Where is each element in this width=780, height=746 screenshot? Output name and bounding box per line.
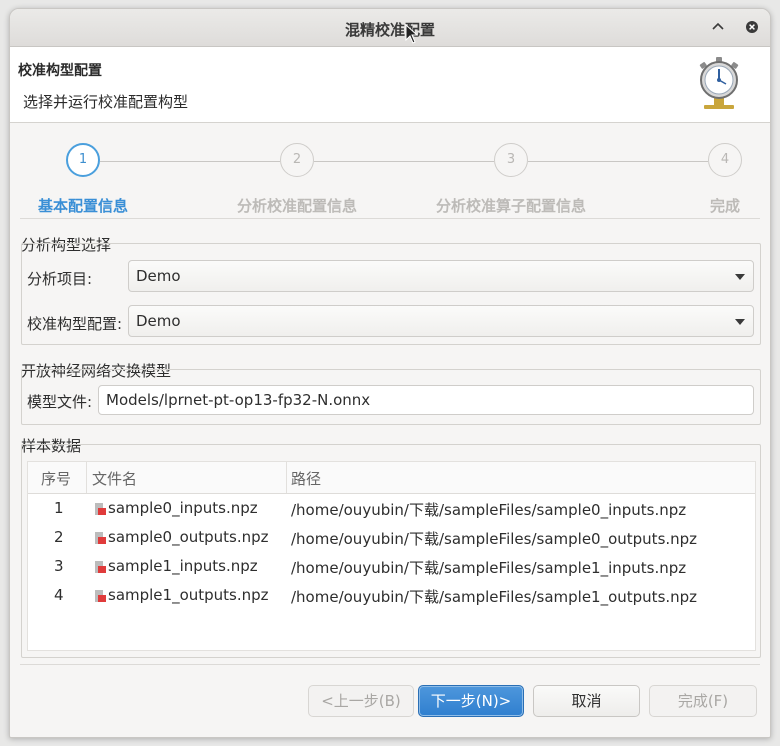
minimize-button[interactable] — [707, 16, 729, 38]
step-4-label: 完成 — [710, 197, 741, 215]
next-button[interactable]: 下一步(N)> — [418, 685, 524, 717]
step-1-circle: 1 — [66, 143, 100, 177]
back-button[interactable]: <上一步(B) — [308, 685, 414, 717]
step-3-circle: 3 — [494, 143, 528, 177]
row-filename: sample1_inputs.npz — [108, 557, 258, 575]
config-select-value: Demo — [136, 312, 181, 330]
close-button[interactable] — [741, 16, 763, 38]
table-header: 序号 文件名 路径 — [28, 462, 755, 494]
step-connector — [314, 161, 494, 162]
chevron-down-icon — [735, 274, 745, 280]
wizard-header: 校准构型配置 选择并运行校准配置构型 — [10, 47, 770, 123]
project-select-value: Demo — [136, 267, 181, 285]
samples-table[interactable]: 序号 文件名 路径 1 sample0_inputs.npz /home/ouy… — [27, 461, 756, 651]
row-path: /home/ouyubin/下载/sampleFiles/sample1_inp… — [291, 559, 687, 577]
file-icon — [95, 503, 106, 515]
chevron-up-icon — [712, 22, 724, 30]
row-filename: sample1_outputs.npz — [108, 586, 269, 604]
config-label: 校准构型配置: — [27, 315, 123, 333]
row-path: /home/ouyubin/下载/sampleFiles/sample0_out… — [291, 530, 698, 548]
column-header-index[interactable]: 序号 — [41, 468, 71, 489]
column-divider — [86, 462, 87, 493]
row-path: /home/ouyubin/下载/sampleFiles/sample0_inp… — [291, 501, 687, 519]
column-header-filename[interactable]: 文件名 — [92, 468, 137, 489]
file-icon — [95, 532, 106, 544]
stopwatch-icon — [699, 57, 739, 109]
cancel-button[interactable]: 取消 — [533, 685, 640, 717]
row-path: /home/ouyubin/下载/sampleFiles/sample1_out… — [291, 588, 698, 606]
page-subtitle: 选择并运行校准配置构型 — [23, 93, 189, 111]
file-icon — [95, 590, 106, 602]
step-connector — [528, 161, 708, 162]
step-3-label: 分析校准算子配置信息 — [436, 197, 587, 215]
wizard-steps: 1 2 3 4 基本配置信息 分析校准配置信息 分析校准算子配置信息 完成 — [10, 123, 770, 223]
title-bar: 混精校准配置 — [10, 9, 770, 47]
row-index: 3 — [54, 557, 64, 575]
step-2-circle: 2 — [280, 143, 314, 177]
mouse-cursor-icon — [405, 24, 419, 44]
row-index: 2 — [54, 528, 64, 546]
model-file-label: 模型文件: — [27, 393, 93, 411]
chevron-down-icon — [735, 319, 745, 325]
model-file-input[interactable]: Models/lprnet-pt-op13-fp32-N.onnx — [98, 385, 754, 415]
table-row[interactable]: 4 sample1_outputs.npz /home/ouyubin/下载/s… — [28, 582, 755, 611]
column-header-path[interactable]: 路径 — [291, 468, 321, 489]
close-icon — [746, 21, 758, 33]
step-2-label: 分析校准配置信息 — [237, 197, 358, 215]
row-filename: sample0_inputs.npz — [108, 499, 258, 517]
column-divider — [286, 462, 287, 493]
page-title: 校准构型配置 — [18, 63, 102, 79]
divider — [20, 664, 760, 665]
wizard-window: 混精校准配置 校准构型配置 选择并运行校准配置构型 1 2 3 4 基本配置信息… — [9, 8, 771, 738]
config-select[interactable]: Demo — [128, 305, 754, 337]
model-file-value: Models/lprnet-pt-op13-fp32-N.onnx — [106, 391, 371, 409]
project-label: 分析项目: — [27, 270, 93, 288]
project-select[interactable]: Demo — [128, 260, 754, 292]
window-title: 混精校准配置 — [344, 21, 435, 39]
file-icon — [95, 561, 106, 573]
step-1-label: 基本配置信息 — [38, 197, 129, 215]
table-row[interactable]: 3 sample1_inputs.npz /home/ouyubin/下载/sa… — [28, 553, 755, 582]
finish-button[interactable]: 完成(F) — [649, 685, 757, 717]
step-4-circle: 4 — [708, 143, 742, 177]
divider — [20, 218, 760, 219]
table-row[interactable]: 1 sample0_inputs.npz /home/ouyubin/下载/sa… — [28, 495, 755, 524]
row-index: 4 — [54, 586, 64, 604]
table-row[interactable]: 2 sample0_outputs.npz /home/ouyubin/下载/s… — [28, 524, 755, 553]
row-index: 1 — [54, 499, 64, 517]
row-filename: sample0_outputs.npz — [108, 528, 269, 546]
step-connector — [100, 161, 280, 162]
